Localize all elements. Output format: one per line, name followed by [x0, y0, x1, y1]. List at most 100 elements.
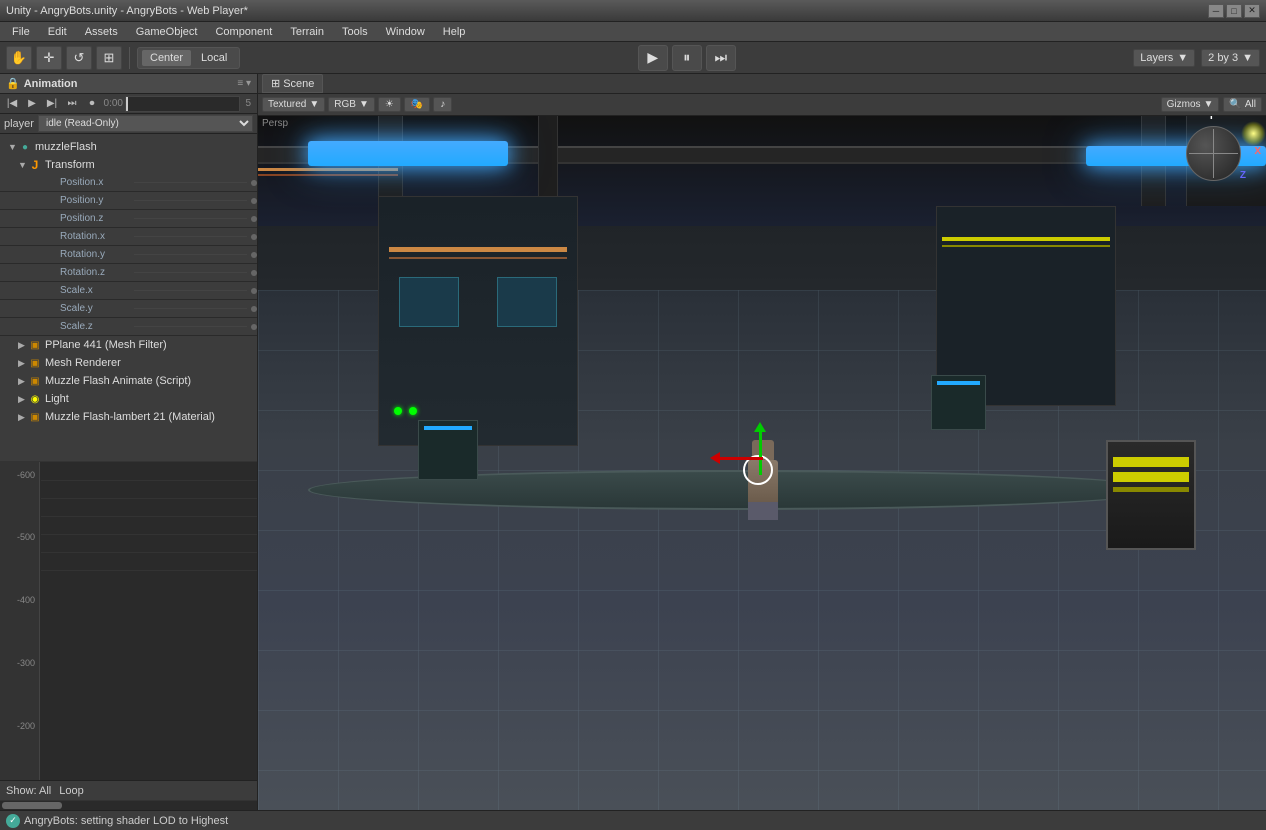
- box-center: [931, 375, 986, 430]
- prop-dots: [251, 234, 257, 240]
- menu-file[interactable]: File: [4, 24, 38, 40]
- search-icon: 🔍: [1229, 99, 1241, 110]
- all-label: All: [1245, 99, 1256, 110]
- prop-dots: [251, 270, 257, 276]
- play-button[interactable]: ▶: [638, 45, 668, 71]
- horizontal-scrollbar[interactable]: [0, 800, 257, 810]
- nav-y-label: Y: [1208, 116, 1215, 122]
- tool-hand[interactable]: ✋: [6, 46, 32, 70]
- player-label: player: [4, 118, 34, 130]
- tree-item-mesh-renderer[interactable]: ▶ ▣ Mesh Renderer: [0, 354, 257, 372]
- menu-help[interactable]: Help: [435, 24, 474, 40]
- box-left-1: [418, 420, 478, 480]
- prop-dots: [251, 216, 257, 222]
- audio-button[interactable]: ♪: [433, 97, 452, 112]
- prop-name-scaley: Scale.y: [60, 303, 130, 314]
- all-dropdown[interactable]: 🔍 All: [1223, 97, 1262, 112]
- layout-dropdown[interactable]: 2 by 3 ▼: [1201, 49, 1260, 67]
- tree-item-transform[interactable]: ▼ J Transform: [0, 156, 257, 174]
- keyframe-tracks: [41, 462, 257, 781]
- prop-row-rotz: Rotation.z: [0, 264, 257, 282]
- char-legs: [748, 502, 778, 520]
- muzzleflash-label: muzzleFlash: [35, 141, 97, 153]
- title-bar: Unity - AngryBots.unity - AngryBots - We…: [0, 0, 1266, 22]
- center-button[interactable]: Center: [142, 50, 191, 66]
- dropdown-arrow: ▼: [309, 99, 319, 110]
- tree-item-material[interactable]: ▶ ▣ Muzzle Flash-lambert 21 (Material): [0, 408, 257, 426]
- tree-item-pplane[interactable]: ▶ ▣ PPlane 441 (Mesh Filter): [0, 336, 257, 354]
- anim-next-frame[interactable]: ▶|: [43, 96, 61, 112]
- status-icon: ✓: [6, 814, 20, 828]
- panel-menu-icon[interactable]: ≡ ▾: [237, 78, 251, 89]
- menu-gameobject[interactable]: GameObject: [128, 24, 206, 40]
- idle-dropdown[interactable]: idle (Read-Only): [38, 115, 253, 132]
- tool-move[interactable]: ✛: [36, 46, 62, 70]
- prop-dots: [251, 288, 257, 294]
- menu-edit[interactable]: Edit: [40, 24, 75, 40]
- prop-name-posx: Position.x: [60, 177, 130, 188]
- scene-tab-bar: ⊞ Scene: [258, 74, 1266, 94]
- toolbar-right: Layers ▼ 2 by 3 ▼: [1133, 49, 1260, 67]
- prop-name-posy: Position.y: [60, 195, 130, 206]
- expand-arrow: ▼: [8, 142, 18, 152]
- local-button[interactable]: Local: [193, 50, 235, 66]
- anim-prev-frame[interactable]: |◀: [3, 96, 21, 112]
- status-bar: ✓ AngryBots: setting shader LOD to Highe…: [0, 810, 1266, 830]
- gizmos-dropdown[interactable]: Gizmos ▼: [1161, 97, 1220, 112]
- gameobject-icon: ●: [18, 140, 32, 154]
- anim-record[interactable]: ⏺: [83, 96, 101, 112]
- prop-line: [134, 200, 247, 201]
- anim-play[interactable]: ▶: [23, 96, 41, 112]
- scene-tab[interactable]: ⊞ Scene: [262, 74, 323, 93]
- minimize-button[interactable]: ─: [1208, 4, 1224, 18]
- prop-row-rotx: Rotation.x: [0, 228, 257, 246]
- tree-item-muzzleflash[interactable]: ▼ ● muzzleFlash: [0, 138, 257, 156]
- expand-arrow: ▼: [18, 160, 28, 170]
- pause-button[interactable]: ⏸: [672, 45, 702, 71]
- scene-tab-icon: ⊞: [271, 77, 280, 90]
- scene-viewport[interactable]: X Y Z Persp: [258, 116, 1266, 810]
- expand-arrow: ▶: [18, 358, 28, 369]
- muzzle-animate-label: Muzzle Flash Animate (Script): [45, 375, 191, 387]
- anim-end[interactable]: ⏭: [63, 96, 81, 112]
- sun-button[interactable]: ☀: [378, 97, 401, 112]
- menu-tools[interactable]: Tools: [334, 24, 376, 40]
- menu-terrain[interactable]: Terrain: [282, 24, 332, 40]
- transform-icon: J: [28, 158, 42, 172]
- sun-effect: [1241, 121, 1266, 146]
- fx-button[interactable]: 🎭: [404, 97, 430, 112]
- scene-overlay-info: Persp: [262, 118, 288, 129]
- close-button[interactable]: ✕: [1244, 4, 1260, 18]
- textured-dropdown[interactable]: Textured ▼: [262, 97, 325, 112]
- menu-assets[interactable]: Assets: [77, 24, 126, 40]
- prop-row-scaley: Scale.y: [0, 300, 257, 318]
- material-icon: ▣: [28, 410, 42, 424]
- rgb-dropdown[interactable]: RGB ▼: [328, 97, 375, 112]
- animation-timeline[interactable]: [125, 96, 240, 112]
- dropdown-arrow: ▼: [359, 99, 369, 110]
- nav-widget: X Y Z: [1186, 126, 1246, 186]
- lock-icon: 🔒: [6, 77, 20, 90]
- expand-arrow: ▶: [18, 394, 28, 405]
- scene-toolbar-right: Gizmos ▼ 🔍 All: [1161, 97, 1262, 112]
- tree-item-light[interactable]: ▶ ◉ Light: [0, 390, 257, 408]
- prop-line: [134, 308, 247, 309]
- hierarchy-panel: ▼ ● muzzleFlash ▼ J Transform Position.x: [0, 134, 257, 461]
- menu-component[interactable]: Component: [207, 24, 280, 40]
- tool-scale[interactable]: ⊞: [96, 46, 122, 70]
- layers-dropdown[interactable]: Layers ▼: [1133, 49, 1195, 67]
- yellow-stripe-2: [1113, 472, 1189, 477]
- tree-item-muzzle-animate[interactable]: ▶ ▣ Muzzle Flash Animate (Script): [0, 372, 257, 390]
- status-message: AngryBots: setting shader LOD to Highest: [24, 815, 228, 827]
- transform-label: Transform: [45, 159, 95, 171]
- menu-window[interactable]: Window: [378, 24, 433, 40]
- scrollbar-thumb[interactable]: [2, 802, 62, 809]
- tool-rotate[interactable]: ↺: [66, 46, 92, 70]
- nav-sphere: [1186, 126, 1241, 181]
- scene-panel: ⊞ Scene Textured ▼ RGB ▼ ☀ 🎭 ♪ Gizmos ▼: [258, 74, 1266, 810]
- expand-arrow: ▶: [18, 376, 28, 387]
- step-button[interactable]: ⏭: [706, 45, 736, 71]
- animation-panel-header: 🔒 Animation ≡ ▾: [0, 74, 257, 94]
- maximize-button[interactable]: □: [1226, 4, 1242, 18]
- machine-yellow: [1106, 440, 1196, 550]
